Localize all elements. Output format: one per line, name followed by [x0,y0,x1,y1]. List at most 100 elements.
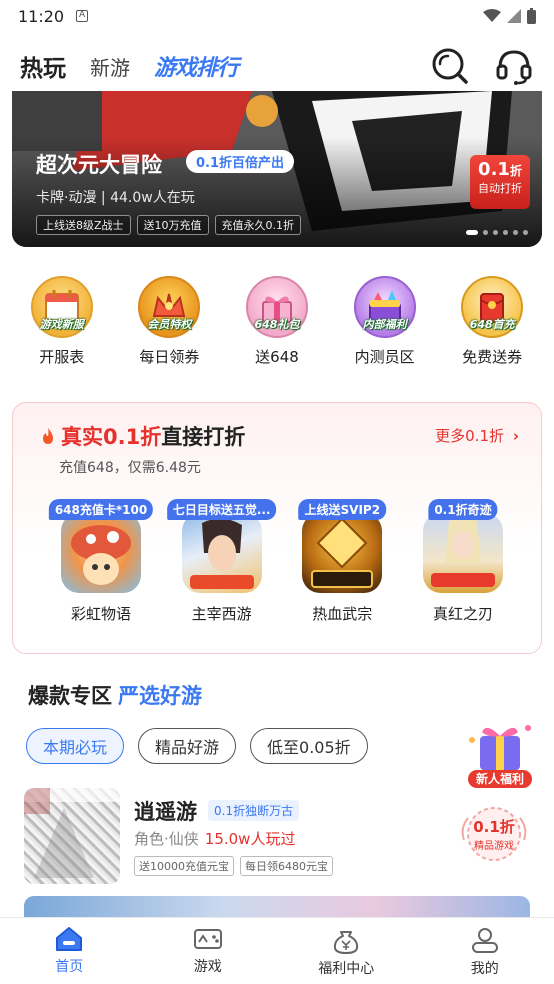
game-icon [302,513,383,593]
discount-game-item[interactable]: 0.1折奇迹 真红之刃 [411,499,515,624]
tab-label: 游戏 [193,959,222,975]
banner-discount-unit: 折 [509,164,522,178]
banner-discount-value: 0.1 [478,159,510,180]
game-name: 彩虹物语 [70,605,131,623]
carousel-dot[interactable] [483,230,488,235]
quick-entry-label: 免费送券 [462,348,523,366]
flame-icon [43,428,53,444]
promo-banner[interactable]: 超次元大冒险 0.1折百倍产出 卡牌·动漫 | 44.0w人在玩 上线送8级Z战… [12,91,542,247]
game-promo-tag: 上线送SVIP2 [298,499,387,520]
game-icon [422,513,503,593]
game-list-item[interactable]: 逍遥游 0.1折独断万古 角色·仙侠 15.0w人玩过 送10000充值元宝 每日… [24,788,534,884]
signal-icon [507,9,521,23]
quick-icon-caption: 内部福利 [362,318,407,331]
newbie-welfare-label: 新人福利 [468,770,532,788]
calendar-icon: 游戏新服 [30,276,93,338]
quick-entry-label: 送648 [255,348,299,366]
treasure-box-icon: 内部福利 [353,276,416,338]
game-category: 角色·仙侠 [134,830,199,848]
quick-entry-free-coupon[interactable]: 648首充 免费送券 [442,276,542,376]
quick-entry-label: 开服表 [39,348,85,366]
game-promo-tag: 七日目标送五觉... [166,499,277,520]
discount-more-link[interactable]: 更多0.1折 › [435,425,519,446]
game-tags: 送10000充值元宝 每日领6480元宝 [134,856,333,876]
home-icon [56,927,83,951]
hot-section-title: 爆款专区 严选好游 [28,680,202,710]
status-bar: 11:20 A [0,0,554,32]
chip-must-play[interactable]: 本期必玩 [26,728,125,764]
discount-game-item[interactable]: 上线送SVIP2 热血武宗 [290,499,394,624]
discount-title: 真实0.1折 直接打折 [41,421,245,451]
quick-icon-caption: 会员特权 [147,318,192,331]
carousel-dot[interactable] [523,230,528,235]
quick-entry-beta-area[interactable]: 内部福利 内测员区 [335,276,435,376]
tab-games[interactable]: 游戏 [158,918,258,984]
bottom-tab-bar: 首页 游戏 福利中心 我的 [0,917,554,984]
gift-box-icon: 648礼包 [245,276,308,338]
tab-home[interactable]: 首页 [19,918,119,984]
wifi-icon [483,9,501,22]
tab-ranking[interactable]: 游戏排行 [154,50,239,82]
banner-title: 超次元大冒险 [36,153,162,177]
chip-low-discount[interactable]: 低至0.05折 [250,728,368,764]
tab-new[interactable]: 新游 [90,52,130,81]
banner-tag: 上线送8级Z战士 [36,215,131,235]
game-tag: 送10000充值元宝 [134,856,234,876]
status-icons [483,8,536,24]
chevron-right-icon: › [512,427,519,445]
tab-label: 首页 [55,959,84,975]
game-icon [61,513,141,593]
game-name: 逍遥游 [134,800,197,824]
carousel-dots[interactable] [466,230,528,235]
tab-hot[interactable]: 热玩 [20,49,66,83]
discount-game-item[interactable]: 七日目标送五觉... 主宰西游 [166,499,277,624]
newbie-welfare-float[interactable]: 新人福利 [460,720,540,792]
tab-mine[interactable]: 我的 [435,918,535,984]
money-bag-icon [334,931,359,954]
carousel-dot[interactable] [493,230,498,235]
carousel-dot[interactable] [513,230,518,235]
discount-game-item[interactable]: 648充值卡*100 彩虹物语 [48,499,154,624]
top-header: 热玩 新游 游戏排行 [0,38,554,94]
quick-entry-label: 内测员区 [354,348,415,366]
carousel-dot[interactable] [466,230,478,235]
headset-icon[interactable] [494,46,534,86]
game-meta: 角色·仙侠 15.0w人玩过 [134,828,295,849]
discount-section: 真实0.1折 直接打折 更多0.1折 › 充值648，仅需6.48元 648充值… [12,402,542,654]
quick-entry-daily-coupon[interactable]: 会员特权 每日领券 [119,276,219,376]
tab-welfare[interactable]: 福利中心 [296,918,396,984]
game-tag: 每日领6480元宝 [240,856,333,876]
game-name: 主宰西游 [191,605,252,623]
quick-icon-caption: 648首充 [469,318,515,331]
hot-title: 爆款专区 [28,684,112,708]
discount-title-highlight: 真实0.1折 [61,425,162,449]
discount-subtitle: 充值648，仅需6.48元 [59,460,201,476]
game-promo-tag: 0.1折奇迹 [428,499,498,520]
discount-seal: 0.1折 精品游戏 [458,804,530,864]
discount-title-rest: 直接打折 [161,425,246,449]
gamepad-icon [193,929,222,949]
search-icon[interactable] [430,46,470,86]
tab-label: 我的 [470,961,499,977]
quick-entries: 游戏新服 开服表 会员特权 每日领券 648礼包 送648 内部福利 内测员区 … [0,276,554,376]
battery-icon [527,8,536,24]
carousel-dot[interactable] [503,230,508,235]
seal-value: 0.1折 [473,818,515,836]
discount-game-list: 648充值卡*100 彩虹物语 七日目标送五觉... 主宰西游 上线送SVIP2… [48,499,515,624]
banner-discount-label: 自动打折 [478,182,522,195]
quick-entry-label: 每日领券 [139,348,200,366]
seal-label: 精品游戏 [474,841,514,852]
tab-label: 福利中心 [318,961,375,977]
banner-tags: 上线送8级Z战士 送10万充值 充值永久0.1折 [36,215,302,235]
game-name: 热血武宗 [312,605,373,623]
game-promo-tag: 648充值卡*100 [48,499,154,520]
game-icon [181,513,262,593]
user-icon [471,928,498,953]
game-name: 真红之刃 [432,605,493,623]
quick-entry-gift-648[interactable]: 648礼包 送648 [227,276,327,376]
crown-badge-icon: 会员特权 [138,276,201,338]
chip-quality-games[interactable]: 精品好游 [138,728,237,764]
banner-badge: 0.1折百倍产出 [186,150,295,173]
status-time: 11:20 [18,6,65,26]
quick-entry-server-list[interactable]: 游戏新服 开服表 [12,276,112,376]
